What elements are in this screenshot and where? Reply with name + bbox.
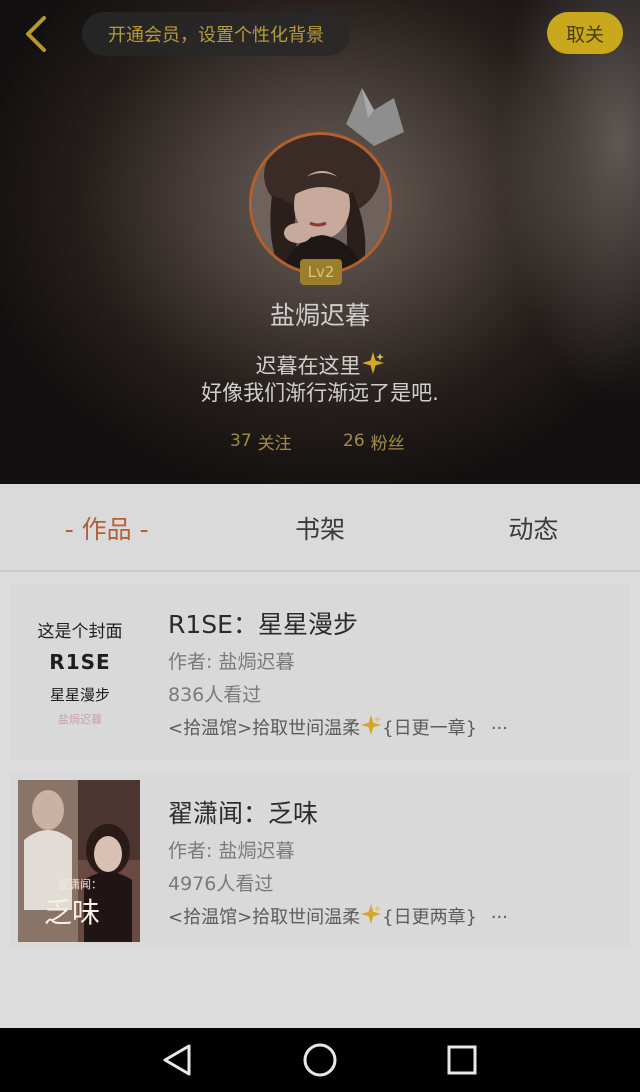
bio-line-1-text: 迟暮在这里 — [255, 354, 361, 378]
cover-text-line: 这是个封面 — [37, 622, 123, 642]
book-description-prefix: <拾温馆>拾取世间温柔 — [168, 907, 361, 928]
list-item[interactable]: 这是个封面 R1SE 星星漫步 盐焗迟暮 R1SE：星星漫步 作者: 盐焗迟暮 … — [10, 583, 630, 761]
level-badge: Lv2 — [300, 259, 342, 285]
book-description: <拾温馆>拾取世间温柔 {日更两章} ··· — [168, 903, 508, 929]
more-icon[interactable]: ··· — [491, 718, 508, 739]
book-title: R1SE：星星漫步 — [168, 610, 358, 639]
following-count: 37 — [230, 431, 252, 451]
fans-count: 26 — [343, 431, 365, 451]
cover-text-line: 盐焗迟暮 — [58, 713, 102, 726]
system-nav-bar — [0, 1028, 640, 1092]
unfollow-button[interactable]: 取关 — [547, 12, 623, 54]
tab-works[interactable]: - 作品 - — [0, 510, 213, 546]
book-title: 翟潇闻：乏味 — [168, 799, 319, 828]
sparkle-icon — [361, 903, 382, 925]
book-cover: 翟潇闻： 乏味 — [18, 780, 140, 942]
following-stat[interactable]: 37 关注 — [230, 427, 292, 455]
nav-back-button[interactable] — [157, 1042, 197, 1078]
chevron-left-icon — [26, 16, 46, 52]
book-author: 作者: 盐焗迟暮 — [168, 651, 295, 673]
bio-line-1: 迟暮在这里 — [0, 350, 640, 380]
list-footer-space — [0, 950, 640, 1028]
fans-stat[interactable]: 26 粉丝 — [343, 427, 405, 455]
book-views: 836人看过 — [168, 684, 262, 706]
cover-text-line: 星星漫步 — [49, 686, 110, 704]
triangle-back-icon — [163, 1044, 191, 1076]
circle-home-icon — [303, 1043, 337, 1077]
book-views: 4976人看过 — [168, 873, 274, 895]
square-recent-icon — [447, 1045, 477, 1075]
nickname: 盐焗迟暮 — [269, 301, 370, 330]
back-button[interactable] — [18, 14, 52, 54]
nav-recent-button[interactable] — [442, 1042, 482, 1078]
level-badge-label: Lv2 — [307, 263, 335, 281]
avatar[interactable] — [249, 132, 392, 275]
book-description-suffix: {日更两章} — [382, 907, 478, 928]
tab-activity[interactable]: 动态 — [427, 510, 640, 546]
avatar-image — [252, 135, 389, 272]
book-description-prefix: <拾温馆>拾取世间温柔 — [168, 718, 361, 739]
tab-bookshelf[interactable]: 书架 — [213, 510, 426, 546]
cover-text-line: 乏味 — [44, 896, 100, 929]
book-author: 作者: 盐焗迟暮 — [168, 840, 295, 862]
book-cover: 这是个封面 R1SE 星星漫步 盐焗迟暮 — [10, 583, 150, 761]
crown-icon — [346, 88, 404, 146]
book-description: <拾温馆>拾取世间温柔 {日更一章} ··· — [168, 714, 508, 740]
more-icon[interactable]: ··· — [491, 907, 508, 928]
bio-line-2: 好像我们渐行渐远了是吧. — [201, 381, 439, 405]
profile-header: 开通会员，设置个性化背景 取关 Lv2 盐焗迟暮 迟暮在这里 好像我们渐行渐远了… — [0, 0, 640, 484]
following-label: 关注 — [257, 433, 292, 454]
sparkle-icon — [361, 352, 384, 374]
cover-text-line: 翟潇闻： — [58, 877, 102, 891]
vip-banner-label: 开通会员，设置个性化背景 — [108, 25, 324, 46]
cover-text-line: R1SE — [49, 650, 111, 674]
profile-tabs: - 作品 - 书架 动态 — [0, 484, 640, 572]
book-description-suffix: {日更一章} — [382, 718, 478, 739]
unfollow-button-label: 取关 — [565, 23, 604, 46]
tabs-divider — [0, 570, 640, 572]
vip-banner[interactable]: 开通会员，设置个性化背景 — [82, 12, 350, 56]
sparkle-icon — [361, 714, 382, 736]
nav-home-button[interactable] — [300, 1042, 340, 1078]
fans-label: 粉丝 — [370, 433, 405, 454]
list-item[interactable]: 翟潇闻： 乏味 翟潇闻：乏味 作者: 盐焗迟暮 4976人看过 <拾温馆>拾取世… — [10, 772, 630, 948]
